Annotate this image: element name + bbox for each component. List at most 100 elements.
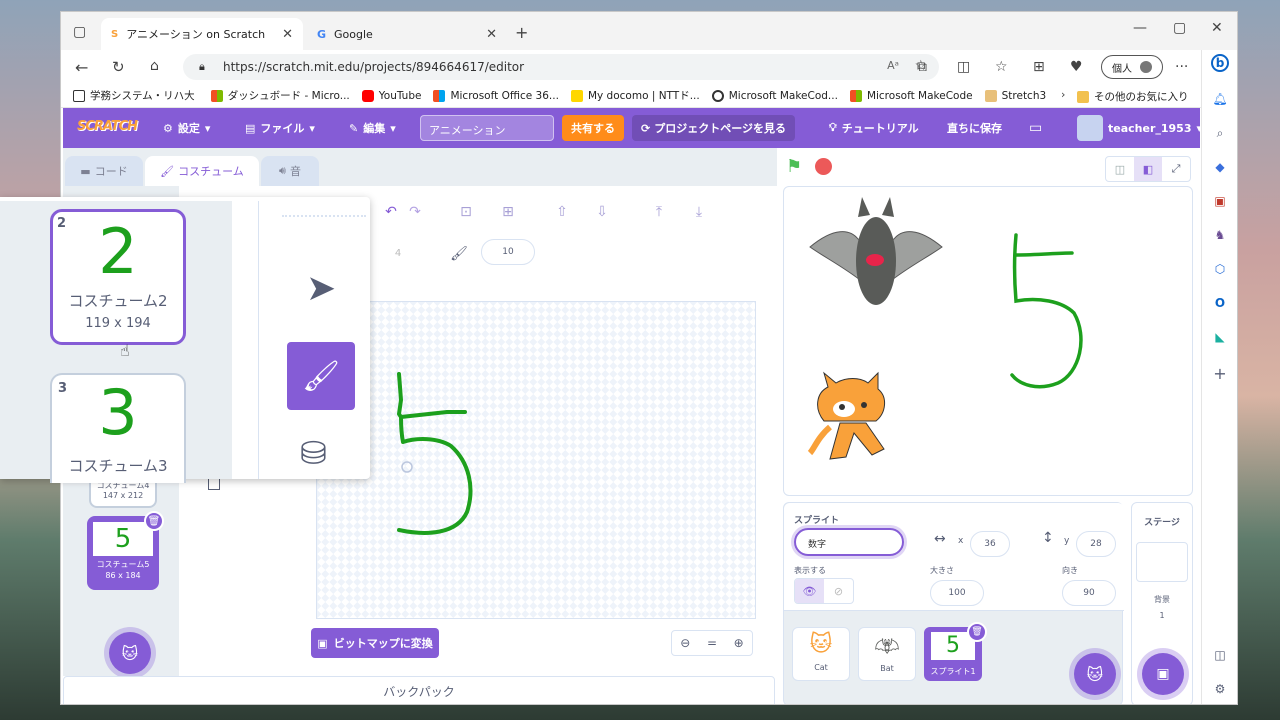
performance-icon[interactable]: ♥ [1070,59,1083,75]
choose-sprite-button[interactable]: 🐱︎ [1074,653,1116,695]
zoom-out-icon[interactable]: ⊖ [680,636,690,650]
normal-stage-icon[interactable]: ◧ [1134,157,1162,181]
stage[interactable] [783,186,1193,496]
brush-size-input[interactable]: 10 [481,239,535,265]
tab-code[interactable]: ▬ コード [65,156,143,186]
settings-menu[interactable]: ⚙ 設定 ▾ [163,108,210,148]
eye-off-icon[interactable]: ⊘ [824,579,853,603]
costume-item-hover[interactable]: 2 2 コスチューム2 119 x 194 [50,209,186,345]
fullscreen-icon[interactable]: ⤢ [1162,157,1190,181]
tab-costumes[interactable]: 🖌︎ コスチューム [145,156,259,186]
bell-icon[interactable]: 🔔︎ [1211,90,1229,108]
account-menu[interactable]: teacher_1953 ▾ [1077,108,1202,148]
maximize-icon[interactable]: ▢ [1173,20,1186,36]
tutorials-button[interactable]: 💡︎ チュートリアル [829,108,919,148]
forward-icon[interactable]: ⇧ [552,202,572,222]
extensions-icon[interactable]: ⧉ [917,59,927,75]
select-arrow-icon[interactable]: ➤ [306,271,336,307]
stage-selector[interactable]: ステージ 背景 1 ▣ [1131,502,1193,704]
read-aloud-icon[interactable]: Aᵃ [887,59,899,72]
games-icon[interactable]: ♞ [1211,226,1229,244]
project-title-input[interactable]: アニメーション [420,115,554,141]
costume-item[interactable]: 3 3 コスチューム3 [50,373,186,483]
bookmark-item[interactable]: Microsoft MakeCod... [711,89,838,102]
redo-icon[interactable]: ↷ [405,202,425,222]
sprite-name-input[interactable]: 数字 [794,528,904,556]
tab-scratch[interactable]: S アニメーション on Scratch ✕ [101,18,303,50]
microsoft365-icon[interactable]: ⬡ [1211,260,1229,278]
delete-costume-icon[interactable]: 🗑︎ [144,511,164,531]
other-bookmarks-folder[interactable]: その他のお気に入り [1077,89,1189,104]
stop-icon[interactable] [815,158,832,175]
sidebar-panel-icon[interactable]: ◫ [1211,646,1229,664]
x-input[interactable]: 36 [970,531,1010,557]
share-button[interactable]: 共有する [562,115,624,141]
brush-tool-button[interactable]: 🖌︎ [287,342,355,410]
new-tab-icon[interactable]: + [515,23,528,42]
costume-item-selected[interactable]: 5 5 コスチューム5 86 x 184 🗑︎ [87,511,164,590]
bookmark-item[interactable]: YouTube [361,89,421,102]
front-icon[interactable]: ⤒ [649,202,669,222]
size-input[interactable]: 100 [930,580,984,606]
sprite-tile-cat[interactable]: 🐱︎ Cat [792,627,850,681]
minimize-icon[interactable]: — [1133,20,1147,36]
y-input[interactable]: 28 [1076,531,1116,557]
bookmark-item[interactable]: 学務システム・リハ大 [73,88,195,103]
bookmark-item[interactable]: My docomo | NTTド... [570,88,700,103]
drawing-canvas[interactable] [316,301,756,619]
direction-input[interactable]: 90 [1062,580,1116,606]
favorites-icon[interactable]: ☆ [995,59,1008,75]
backward-icon[interactable]: ⇩ [592,202,612,222]
close-tab-icon[interactable]: ✕ [486,27,497,42]
see-project-page-button[interactable]: ⟳ プロジェクトページを見る [632,115,795,141]
shopping-icon[interactable]: ◆ [1211,158,1229,176]
choose-backdrop-button[interactable]: ▣ [1142,653,1184,695]
bookmark-item[interactable]: ダッシュボード - Micro... [210,88,350,103]
tools-icon[interactable]: ▣ [1211,192,1229,210]
search-icon[interactable]: ⌕ [1211,124,1229,142]
copilot-icon[interactable]: b [1211,54,1229,72]
tab-actions-icon[interactable]: ▢ [73,24,86,40]
my-stuff-folder-icon[interactable]: ▭ [1029,108,1042,148]
tab-google[interactable]: G Google ✕ [307,18,507,50]
group-icon[interactable]: ⊡ [456,202,476,222]
close-window-icon[interactable]: ✕ [1211,20,1223,36]
save-now-button[interactable]: 直ちに保存 [947,108,1002,148]
outline-size-input[interactable]: 4 [381,240,415,266]
undo-icon[interactable]: ↶ [381,202,401,222]
back-icon[interactable]: ← [75,58,88,77]
choose-costume-button[interactable]: 🐱︎ [109,632,151,674]
more-options-icon[interactable]: ··· [1175,59,1188,75]
sprite-tile-bat[interactable]: 🦇︎ Bat [858,627,916,681]
edit-menu[interactable]: ✎ 編集 ▾ [349,108,396,148]
profile-button[interactable]: 個人 [1101,55,1163,79]
rectangle-tool-icon[interactable] [208,478,220,490]
small-stage-icon[interactable]: ◫ [1106,157,1134,181]
eye-icon[interactable]: 👁︎ [795,579,824,603]
sprite-tile-selected[interactable]: 5 スプライト1 🗑︎ [924,622,987,681]
delete-sprite-icon[interactable]: 🗑︎ [967,622,987,642]
green-flag-icon[interactable]: ⚑ [786,156,802,177]
settings-gear-icon[interactable]: ⚙ [1211,680,1229,698]
split-screen-icon[interactable]: ◫ [957,59,970,75]
tab-sounds[interactable]: 🔊︎ 音 [261,156,319,186]
scratch-logo[interactable]: SCRATCH [77,119,138,134]
fill-bucket-icon[interactable]: ⛁ [300,437,327,469]
back-icon[interactable]: ⤓ [689,202,709,222]
file-menu[interactable]: ▤ ファイル ▾ [245,108,315,148]
bookmark-item[interactable]: Microsoft MakeCode [849,89,973,102]
zoom-in-icon[interactable]: ⊕ [734,636,744,650]
refresh-icon[interactable]: ↻ [112,58,125,76]
home-icon[interactable]: ⌂ [150,58,159,74]
chevron-right-icon[interactable]: › [1061,88,1065,101]
url-field[interactable]: 🔒︎ https://scratch.mit.edu/projects/8946… [183,54,939,80]
close-tab-icon[interactable]: ✕ [282,27,293,42]
outlook-icon[interactable]: O [1211,294,1229,312]
zoom-reset-button[interactable]: = [707,636,717,650]
bookmark-item[interactable]: Microsoft Office 36... [433,89,559,102]
ungroup-icon[interactable]: ⊞ [498,202,518,222]
bookmark-item[interactable]: Stretch3 [984,89,1046,102]
drop-icon[interactable]: ◣ [1211,328,1229,346]
backpack[interactable]: バックパック [63,676,775,704]
add-icon[interactable]: + [1211,364,1229,383]
